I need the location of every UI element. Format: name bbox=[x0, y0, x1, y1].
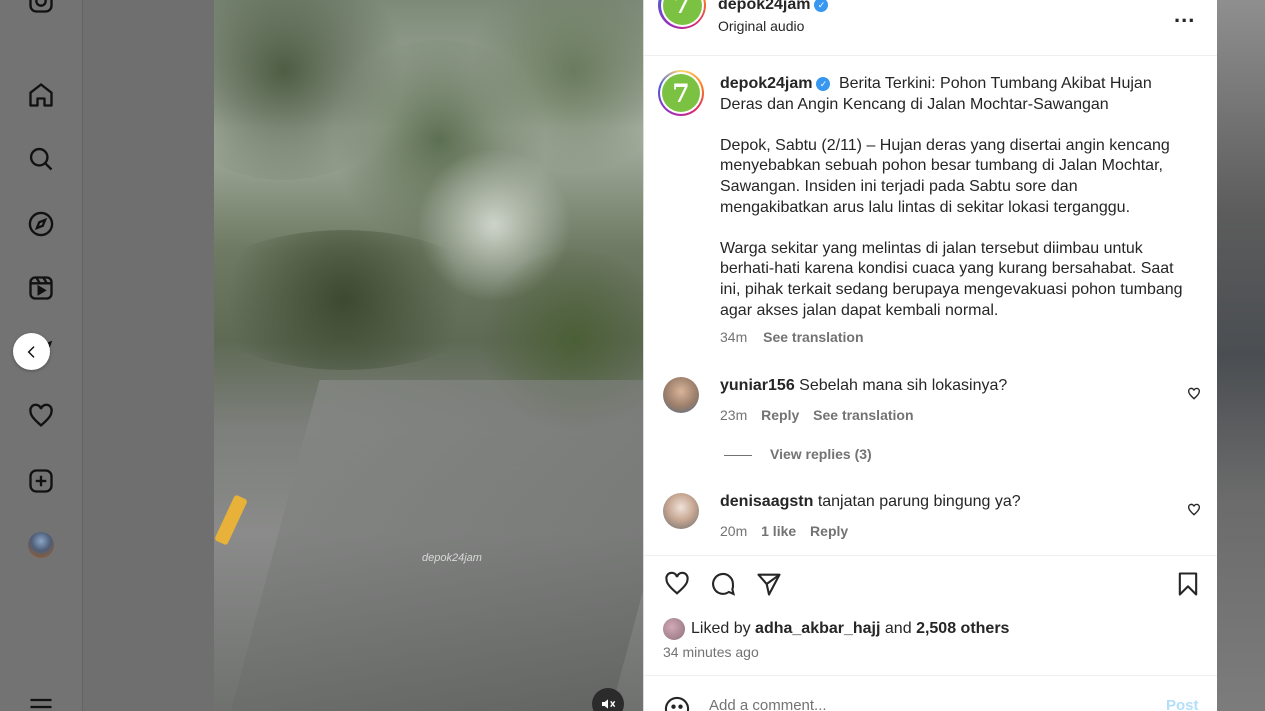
more-options-button[interactable]: ... bbox=[1174, 2, 1195, 28]
verified-badge-icon: ✓ bbox=[816, 76, 831, 91]
post-timestamp[interactable]: 34 minutes ago bbox=[663, 644, 759, 660]
reply-button[interactable]: Reply bbox=[761, 407, 799, 423]
reels-icon[interactable] bbox=[26, 273, 56, 303]
search-icon[interactable] bbox=[26, 144, 56, 174]
comment-text-row: denisaagstn tanjatan parung bingung ya? bbox=[720, 493, 1021, 511]
post-header: 7 depok24jam ✓ Original audio ... bbox=[644, 0, 1218, 56]
verified-badge-icon: ✓ bbox=[814, 0, 829, 12]
commenter-avatar[interactable] bbox=[663, 377, 699, 413]
caption-paragraph: Warga sekitar yang melintas di jalan ter… bbox=[720, 239, 1183, 319]
comment-like-heart-icon[interactable] bbox=[1187, 387, 1201, 406]
avatar-logo-text: 7 bbox=[662, 0, 702, 25]
create-icon[interactable] bbox=[26, 466, 56, 496]
caption-time[interactable]: 34m bbox=[720, 329, 747, 345]
comment-text: tanjatan parung bingung ya? bbox=[817, 493, 1021, 510]
menu-icon[interactable] bbox=[26, 692, 56, 711]
emoji-icon[interactable] bbox=[663, 695, 691, 711]
next-post-preview[interactable] bbox=[1217, 0, 1265, 711]
add-comment-bar: Add a comment... Post bbox=[644, 675, 1218, 711]
muted-speaker-icon bbox=[602, 699, 616, 709]
comment-time[interactable]: 20m bbox=[720, 523, 747, 539]
previous-post-button[interactable] bbox=[13, 333, 50, 370]
reply-button[interactable]: Reply bbox=[810, 523, 848, 539]
post-caption: depok24jam ✓ Berita Terkini: Pohon Tumban… bbox=[720, 74, 1190, 348]
instagram-icon[interactable] bbox=[26, 0, 56, 16]
see-translation-link[interactable]: See translation bbox=[813, 407, 913, 423]
comment-username[interactable]: yuniar156 bbox=[720, 377, 795, 394]
comment-username[interactable]: denisaagstn bbox=[720, 493, 813, 510]
home-icon[interactable] bbox=[26, 80, 56, 110]
comment-likes-count[interactable]: 1 like bbox=[761, 523, 796, 539]
commenter-avatar[interactable] bbox=[663, 493, 699, 529]
like-heart-icon[interactable] bbox=[663, 570, 691, 603]
comment-time[interactable]: 23m bbox=[720, 407, 747, 423]
comment-meta: 23m Reply See translation bbox=[720, 407, 924, 423]
liker-username[interactable]: adha_akbar_hajj bbox=[755, 620, 880, 638]
comment-text-row: yuniar156 Sebelah mana sih lokasinya? bbox=[720, 377, 1007, 395]
caption-paragraph: Depok, Sabtu (2/11) – Hujan deras yang d… bbox=[720, 136, 1170, 216]
likes-summary: Liked by adha_akbar_hajj and 2,508 other… bbox=[663, 618, 1009, 640]
likes-and: and bbox=[884, 620, 912, 637]
caption-username[interactable]: depok24jam bbox=[720, 75, 812, 92]
caption-author-avatar[interactable]: 7 bbox=[658, 70, 704, 116]
notifications-heart-icon[interactable] bbox=[26, 401, 56, 431]
view-replies-button[interactable]: View replies (3) bbox=[724, 446, 872, 462]
profile-avatar[interactable] bbox=[26, 530, 56, 560]
comment-bubble-icon[interactable] bbox=[709, 570, 737, 603]
author-avatar[interactable]: 7 bbox=[658, 0, 706, 29]
replies-divider-line bbox=[724, 454, 752, 456]
likes-others-link[interactable]: 2,508 others bbox=[916, 620, 1009, 638]
explore-icon[interactable] bbox=[26, 209, 56, 239]
see-translation-link[interactable]: See translation bbox=[763, 329, 863, 345]
save-bookmark-icon[interactable] bbox=[1174, 570, 1202, 603]
original-audio-link[interactable]: Original audio bbox=[718, 18, 804, 34]
post-action-bar bbox=[644, 555, 1218, 615]
view-replies-label: View replies (3) bbox=[770, 446, 872, 462]
comment-text: Sebelah mana sih lokasinya? bbox=[799, 377, 1008, 394]
post-details-panel: 7 depok24jam ✓ Original audio ... 7 depok… bbox=[643, 0, 1218, 711]
video-watermark: depok24jam bbox=[422, 552, 482, 564]
header-username[interactable]: depok24jam bbox=[718, 0, 810, 13]
comment-input[interactable]: Add a comment... bbox=[709, 697, 827, 711]
reel-video[interactable]: depok24jam bbox=[214, 0, 643, 711]
post-comment-button[interactable]: Post bbox=[1166, 697, 1199, 711]
likes-prefix: Liked by bbox=[691, 620, 751, 637]
header-username-row[interactable]: depok24jam ✓ bbox=[718, 0, 832, 14]
share-send-icon[interactable] bbox=[755, 570, 783, 603]
mute-button[interactable] bbox=[592, 688, 624, 711]
comment-like-heart-icon[interactable] bbox=[1187, 503, 1201, 522]
liker-avatar[interactable] bbox=[663, 618, 685, 640]
comment-meta: 20m 1 like Reply bbox=[720, 523, 858, 539]
avatar-logo-text: 7 bbox=[662, 74, 700, 112]
caption-meta: 34m See translation bbox=[720, 327, 1190, 348]
chevron-left-icon bbox=[27, 345, 35, 358]
backdrop-strip bbox=[84, 0, 214, 711]
